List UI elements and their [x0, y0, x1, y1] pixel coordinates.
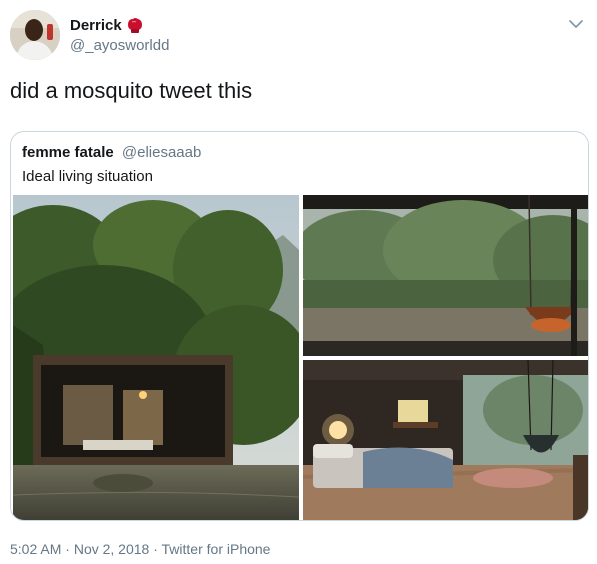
quoted-handle: @eliesaaab	[121, 144, 202, 161]
more-options-button[interactable]	[566, 14, 586, 34]
tweet-meta: 5:02 AM · Nov 2, 2018 · Twitter for iPho…	[10, 541, 270, 557]
tweet-time[interactable]: 5:02 AM	[10, 541, 61, 557]
river-view-with-hanging-chair-photo[interactable]	[303, 195, 588, 356]
avatar[interactable]	[10, 10, 60, 60]
author-name-row: Derrick	[70, 16, 144, 34]
tweet-source[interactable]: Twitter for iPhone	[162, 541, 271, 557]
quoted-tweet-text: Ideal living situation	[22, 168, 153, 185]
meta-separator: ·	[153, 541, 158, 557]
author-handle[interactable]: @_ayosworldd	[70, 37, 169, 54]
tweet-date[interactable]: Nov 2, 2018	[74, 541, 150, 557]
quoted-display-name: femme fatale	[22, 144, 114, 161]
chevron-down-icon	[569, 20, 583, 28]
quoted-tweet-header: femme fatale @eliesaaab	[22, 144, 201, 161]
quoted-tweet-card[interactable]: femme fatale @eliesaaab Ideal living sit…	[10, 131, 589, 521]
meta-separator: ·	[65, 541, 70, 557]
tweet-text: did a mosquito tweet this	[10, 78, 253, 103]
avatar-photo	[10, 10, 60, 60]
cabin-bedroom-interior-photo[interactable]	[303, 360, 588, 520]
jungle-cabin-on-river-photo[interactable]	[13, 195, 299, 520]
boxing-glove-emoji-icon	[127, 18, 142, 33]
author-display-name[interactable]: Derrick	[70, 17, 122, 34]
